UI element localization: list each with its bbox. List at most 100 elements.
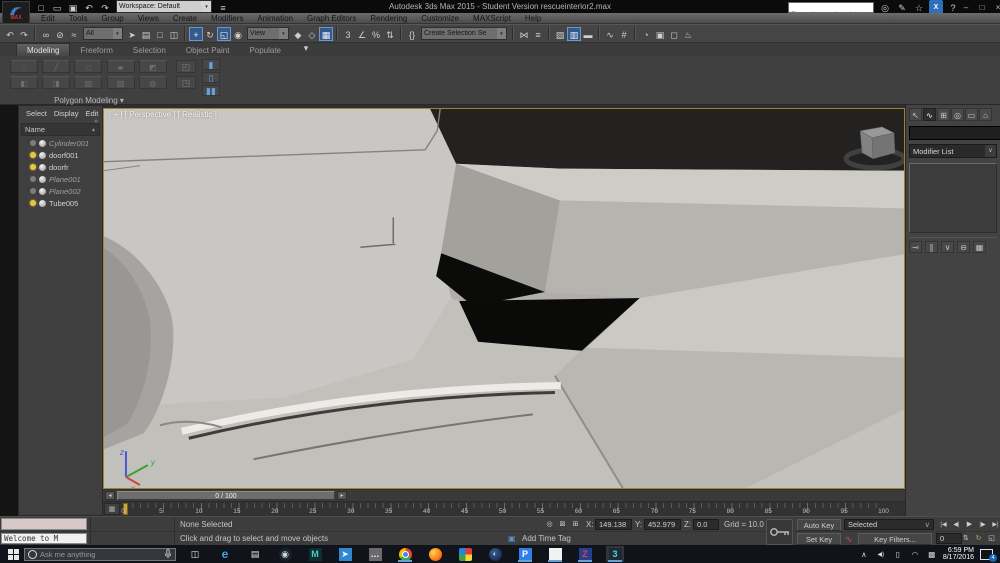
redo-quick-icon[interactable]: ↷ — [98, 0, 112, 14]
explorer-row-doorfr[interactable]: doorfr — [21, 161, 100, 173]
help-icon[interactable]: ? — [946, 0, 960, 14]
time-slider-handle[interactable]: 0 / 100 — [117, 491, 335, 500]
edit-poly-2-icon[interactable]: ◨ — [42, 76, 70, 89]
open-file-icon[interactable]: ▭ — [50, 0, 64, 14]
window-crossing-icon[interactable]: ◫ — [167, 27, 181, 41]
edge-mode-icon[interactable]: ╱ — [42, 60, 70, 73]
z-app-icon[interactable]: Z — [576, 546, 594, 562]
go-to-end-icon[interactable]: ▶| — [990, 518, 1000, 530]
configure-modifier-sets-icon[interactable]: ▦ — [973, 241, 986, 253]
undo-quick-icon[interactable]: ↶ — [82, 0, 96, 14]
bind-spacewarp-icon[interactable]: ≈ — [67, 27, 81, 41]
menu-tools[interactable]: Tools — [62, 14, 95, 23]
chrome-icon[interactable] — [396, 546, 414, 562]
visibility-bulb-icon[interactable] — [30, 164, 36, 170]
named-selection-sets-dropdown[interactable]: Create Selection Se▾ — [421, 27, 507, 40]
menu-create[interactable]: Create — [166, 14, 204, 23]
workspace-dropdown[interactable]: Workspace: Default▾ — [116, 0, 212, 13]
menu-help[interactable]: Help — [518, 14, 548, 23]
undo-icon[interactable]: ↶ — [3, 27, 17, 41]
go-to-start-icon[interactable]: |◀ — [938, 518, 949, 530]
photos-app-icon[interactable] — [456, 546, 474, 562]
element-mode-icon[interactable]: ◩ — [139, 60, 167, 73]
render-setup-icon[interactable]: ▣ — [653, 27, 667, 41]
select-object-icon[interactable]: ➤ — [125, 27, 139, 41]
taskbar-clock[interactable]: 6:59 PM 8/17/2016 — [943, 547, 974, 562]
start-button[interactable] — [4, 546, 22, 562]
transform-mode-icon[interactable]: ⊞ — [570, 518, 581, 530]
create-tab-icon[interactable]: ↖ — [909, 108, 922, 121]
explorer-name-header[interactable]: Name ▲ — [21, 123, 100, 136]
menu-maxscript[interactable]: MAXScript — [466, 14, 518, 23]
infocenter-search-icon[interactable]: ◎ — [878, 0, 892, 14]
minimize-button[interactable]: – — [962, 0, 970, 14]
maxscript-mini-listener-top[interactable] — [1, 518, 87, 530]
select-rotate-icon[interactable]: ↻ — [203, 27, 217, 41]
ribbon-tab-object-paint[interactable]: Object Paint — [176, 44, 240, 56]
key-mode-dropdown[interactable]: Selected ∨ — [844, 519, 934, 530]
edit-poly-4-icon[interactable]: ▧ — [107, 76, 135, 89]
maximize-viewport-icon[interactable]: ◱ — [986, 532, 997, 544]
edge-icon[interactable]: e — [216, 546, 234, 562]
frame-spinner[interactable]: ⇅ — [963, 534, 969, 542]
save-file-icon[interactable]: ▣ — [66, 0, 80, 14]
ribbon-prev-icon[interactable]: ◰ — [176, 60, 196, 73]
gpu-tray-icon[interactable]: ▩ — [926, 547, 938, 561]
vertex-mode-icon[interactable]: ∴ — [10, 60, 38, 73]
action-center-button[interactable]: 4 — [979, 548, 994, 561]
edit-named-sets-icon[interactable]: {} — [405, 27, 419, 41]
toolbar-overflow-icon[interactable]: ≡ — [216, 0, 230, 14]
modifier-list-dropdown[interactable]: Modifier List ∨ — [909, 144, 997, 158]
select-place-icon[interactable]: ◉ — [231, 27, 245, 41]
new-scene-icon[interactable]: □ — [34, 0, 48, 14]
edit-poly-1-icon[interactable]: ◧ — [10, 76, 38, 89]
menu-modifiers[interactable]: Modifiers — [204, 14, 250, 23]
visibility-bulb-icon[interactable] — [30, 176, 36, 182]
visibility-bulb-icon[interactable] — [30, 140, 36, 146]
ribbon-pivot-icon[interactable]: ▮ — [202, 59, 220, 70]
exchange-apps-icon[interactable]: X — [929, 0, 943, 14]
explorer-overflow-chevron[interactable]: » — [94, 118, 98, 125]
current-frame-field[interactable]: 0 — [936, 533, 962, 544]
viewport-canvas[interactable]: z y x — [104, 109, 904, 488]
next-frame-icon[interactable]: |▶ — [977, 518, 988, 530]
modifier-stack[interactable] — [909, 163, 997, 233]
explorer-menu-display[interactable]: Display — [54, 109, 79, 118]
make-unique-icon[interactable]: ∨ — [941, 241, 954, 253]
restore-button[interactable]: □ — [978, 0, 986, 14]
explorer-menu-select[interactable]: Select — [26, 109, 47, 118]
percent-snap-icon[interactable]: % — [369, 27, 383, 41]
remove-modifier-icon[interactable]: ⊖ — [957, 241, 970, 253]
next-frame-arrow[interactable]: ▸ — [337, 491, 347, 500]
reference-coordinate-dropdown[interactable]: View▾ — [247, 27, 289, 40]
close-button[interactable]: × — [994, 0, 1000, 14]
maxscript-mini-listener[interactable]: Welcome to M — [1, 533, 87, 544]
menu-animation[interactable]: Animation — [250, 14, 300, 23]
communication-center-icon[interactable]: ☆ — [912, 0, 926, 14]
swirl-app-icon[interactable]: ◐ — [486, 546, 504, 562]
redo-icon[interactable]: ↷ — [17, 27, 31, 41]
z-coordinate-field[interactable]: 0.0 — [693, 519, 719, 530]
play-button-icon[interactable]: ▶ — [964, 518, 975, 530]
3dsmax-app-icon[interactable]: 3 — [606, 546, 624, 562]
app-logo-button[interactable]: MAX — [2, 1, 30, 24]
select-move-icon[interactable]: + — [189, 27, 203, 41]
maya-icon[interactable]: M — [306, 546, 324, 562]
explorer-row-Tube005[interactable]: Tube005 — [21, 197, 100, 209]
mini-curve-editor-button[interactable]: ▦ — [104, 503, 120, 515]
menu-edit[interactable]: Edit — [34, 14, 62, 23]
snap-toggle-icon[interactable]: 3 — [341, 27, 355, 41]
hierarchy-tab-icon[interactable]: ⊞ — [937, 108, 950, 121]
selection-filter-dropdown[interactable]: All▾ — [83, 27, 123, 40]
ribbon-tab-selection[interactable]: Selection — [123, 44, 176, 56]
unlink-icon[interactable]: ⊘ — [53, 27, 67, 41]
ribbon-toggle-icon[interactable]: ▬ — [581, 27, 595, 41]
show-end-result-icon[interactable]: ∥ — [925, 241, 938, 253]
explorer-row-Cylinder001[interactable]: Cylinder001 — [21, 137, 100, 149]
isolate-selection-icon[interactable]: ◎ — [544, 518, 555, 530]
material-editor-icon[interactable]: ◔ — [639, 27, 653, 41]
p-app-icon[interactable]: P — [516, 546, 534, 562]
volume-icon[interactable]: ◀) — [875, 547, 887, 561]
visibility-bulb-icon[interactable] — [30, 188, 36, 194]
subscription-center-icon[interactable]: ✎ — [895, 0, 909, 14]
